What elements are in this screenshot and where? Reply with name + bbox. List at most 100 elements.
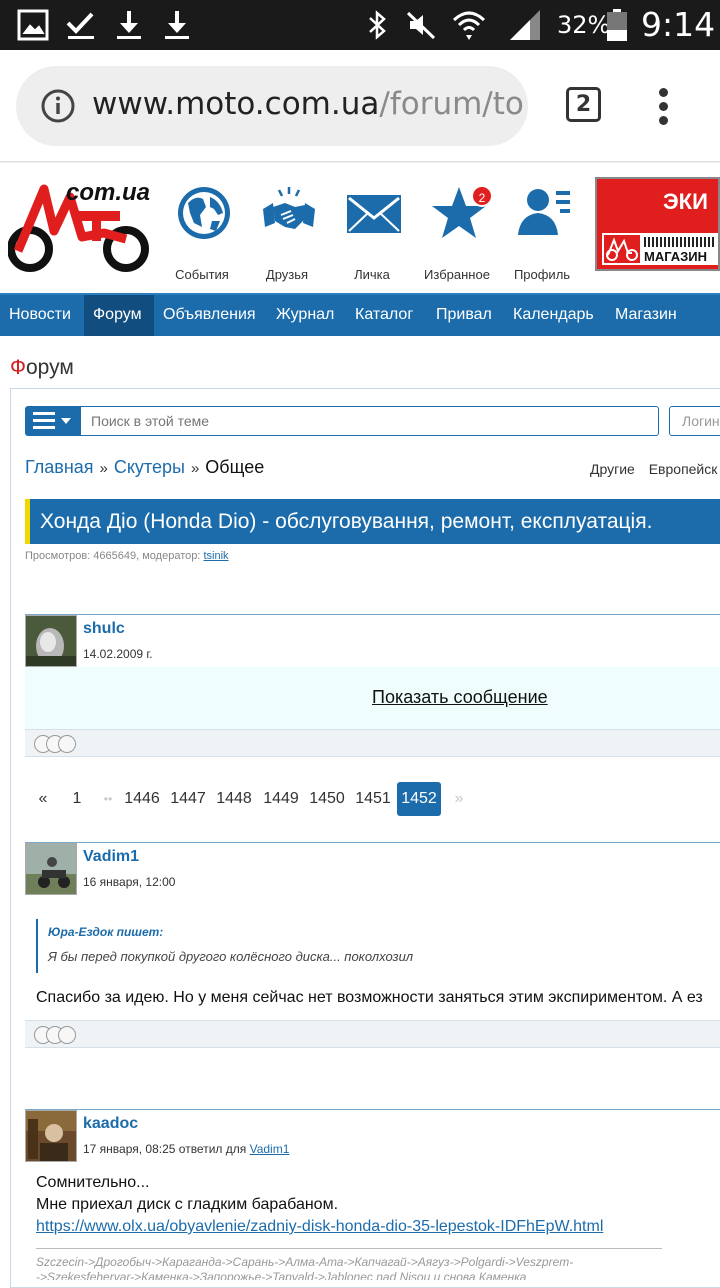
favorites-badge: 2: [471, 185, 493, 207]
thread-meta: Просмотров: 4665649, модератор: tsinik: [25, 550, 229, 562]
wifi-icon: [452, 11, 486, 40]
handshake-icon: [263, 187, 315, 229]
battery-icon: [607, 9, 627, 41]
url-text[interactable]: www.moto.com.ua/forum/top: [92, 86, 524, 122]
signature-divider: [36, 1248, 662, 1249]
clock: 9:14: [641, 5, 716, 44]
envelope-icon: [347, 195, 401, 233]
thread-search-input[interactable]: [80, 406, 659, 436]
pagination-page[interactable]: 1450: [307, 782, 347, 816]
breadcrumb-home[interactable]: Главная: [25, 457, 94, 477]
shop-banner[interactable]: ЭКИ МАГАЗИН: [595, 177, 720, 271]
post-external-link[interactable]: https://www.olx.ua/obyavlenie/zadniy-dis…: [36, 1218, 603, 1236]
post-author[interactable]: shulc: [83, 620, 125, 638]
quote-author[interactable]: Юра-Ездок пишет:: [48, 925, 163, 939]
quote-text: Я бы перед покупкой другого колёсного ди…: [48, 949, 414, 964]
avatar-image-icon: [26, 1111, 76, 1161]
banner-logo-icon: [604, 235, 640, 263]
breadcrumb-current: Общее: [205, 457, 265, 477]
post-author[interactable]: kaadoc: [83, 1115, 138, 1133]
related-european-link[interactable]: Европейск: [649, 461, 718, 477]
url-path: /forum/top: [379, 86, 524, 122]
breadcrumb-section[interactable]: Скутеры: [114, 457, 185, 477]
globe-icon: [178, 187, 230, 239]
address-bar[interactable]: www.moto.com.ua/forum/top: [16, 66, 528, 146]
nav-shop[interactable]: Магазин: [606, 295, 686, 336]
pagination-page[interactable]: 1449: [261, 782, 301, 816]
pagination-ellipsis: ••: [103, 792, 113, 806]
reactions[interactable]: [34, 735, 86, 753]
pagination-next: »: [454, 790, 464, 807]
hidden-message-box: Показать сообщение: [25, 667, 720, 729]
banner-shop-label: МАГАЗИН: [644, 249, 708, 264]
battery-percent: 32%: [557, 11, 611, 39]
status-bar: 32% 9:14: [0, 0, 720, 50]
post-date: 17 января, 08:25 ответил для Vadim1: [83, 1142, 289, 1156]
page-title: Форум: [10, 356, 74, 380]
reply-to-link[interactable]: Vadim1: [250, 1142, 290, 1156]
gallery-icon: [17, 9, 49, 41]
post-text-line: Мне приехал диск с гладким барабаном.: [36, 1196, 339, 1213]
pagination-page[interactable]: 1447: [168, 782, 208, 816]
banner-shop-strip: МАГАЗИН: [600, 231, 718, 267]
nav-calendar[interactable]: Календарь: [504, 295, 603, 336]
main-nav: Новости Форум Объявления Журнал Каталог …: [0, 293, 720, 336]
post-kaadoc: kaadoc 17 января, 08:25 ответил для Vadi…: [25, 1109, 720, 1280]
browser-toolbar: www.moto.com.ua/forum/top 2: [0, 50, 720, 162]
moderator-link[interactable]: tsinik: [203, 550, 228, 562]
breadcrumb-separator: »: [190, 460, 200, 477]
post-date: 16 января, 12:00: [83, 875, 176, 889]
post-author[interactable]: Vadim1: [83, 848, 139, 866]
post-shulc: shulc 14.02.2009 г. Показать сообщение: [25, 614, 720, 758]
signal-icon: [510, 10, 540, 40]
logo-domain: com.ua: [66, 179, 151, 206]
nav-journal[interactable]: Журнал: [267, 295, 343, 336]
page-title-rest: орум: [25, 356, 74, 379]
pagination-page[interactable]: 1: [67, 782, 87, 816]
download-icon: [165, 11, 189, 39]
nav-forum[interactable]: Форум: [84, 295, 154, 336]
url-host: www.moto.com.ua: [92, 86, 380, 122]
pagination-page[interactable]: 1446: [122, 782, 162, 816]
pagination-page[interactable]: 1451: [353, 782, 393, 816]
breadcrumb: Главная » Скутеры » Общее: [25, 457, 264, 478]
signature-line: ->Szekesfehervar->Каменка->Запорожье->Ta…: [36, 1270, 527, 1280]
login-field[interactable]: Логин: [669, 406, 720, 436]
avatar[interactable]: [25, 843, 77, 895]
post-date: 14.02.2009 г.: [83, 647, 153, 661]
thread-menu-button[interactable]: [25, 406, 81, 436]
site-logo[interactable]: com.ua: [7, 177, 151, 273]
reaction-bar: [25, 1020, 720, 1048]
post-date-text: 17 января, 08:25 ответил для: [83, 1142, 247, 1156]
site-header: com.ua События Друзья Личка 2 Избранное …: [0, 163, 720, 293]
thread-title: Хонда Діо (Honda Dio) - обслуговування, …: [25, 499, 720, 544]
nav-ads[interactable]: Объявления: [154, 295, 265, 336]
related-sections: Другие Европейск: [590, 461, 717, 477]
related-other-link[interactable]: Другие: [590, 461, 635, 477]
tab-switcher-button[interactable]: 2: [566, 87, 601, 122]
nav-catalog[interactable]: Каталог: [346, 295, 422, 336]
quote-block: Юра-Ездок пишет: Я бы перед покупкой дру…: [36, 919, 720, 973]
show-message-link[interactable]: Показать сообщение: [372, 687, 548, 708]
download-icon: [117, 11, 141, 39]
post-text-line: Сомнительно...: [36, 1174, 150, 1191]
avatar-image-icon: [26, 616, 76, 666]
nav-rest[interactable]: Привал: [427, 295, 501, 336]
laugh-icon[interactable]: [58, 1026, 76, 1044]
post-vadim1: Vadim1 16 января, 12:00 Юра-Ездок пишет:…: [25, 842, 720, 1048]
bluetooth-icon: [369, 10, 386, 40]
reactions[interactable]: [34, 1026, 86, 1044]
nav-news[interactable]: Новости: [0, 295, 80, 336]
pagination-prev[interactable]: «: [33, 782, 53, 816]
laugh-icon[interactable]: [58, 735, 76, 753]
breadcrumb-separator: »: [99, 460, 108, 477]
pagination-current-page[interactable]: 1452: [397, 782, 441, 816]
avatar[interactable]: [25, 1110, 77, 1162]
reaction-bar: [25, 729, 720, 757]
hamburger-icon: [33, 412, 71, 429]
avatar[interactable]: [25, 615, 77, 667]
page-title-initial: Ф: [10, 356, 26, 379]
browser-menu-icon[interactable]: [652, 86, 676, 126]
info-icon[interactable]: [40, 88, 76, 124]
pagination-page[interactable]: 1448: [214, 782, 254, 816]
